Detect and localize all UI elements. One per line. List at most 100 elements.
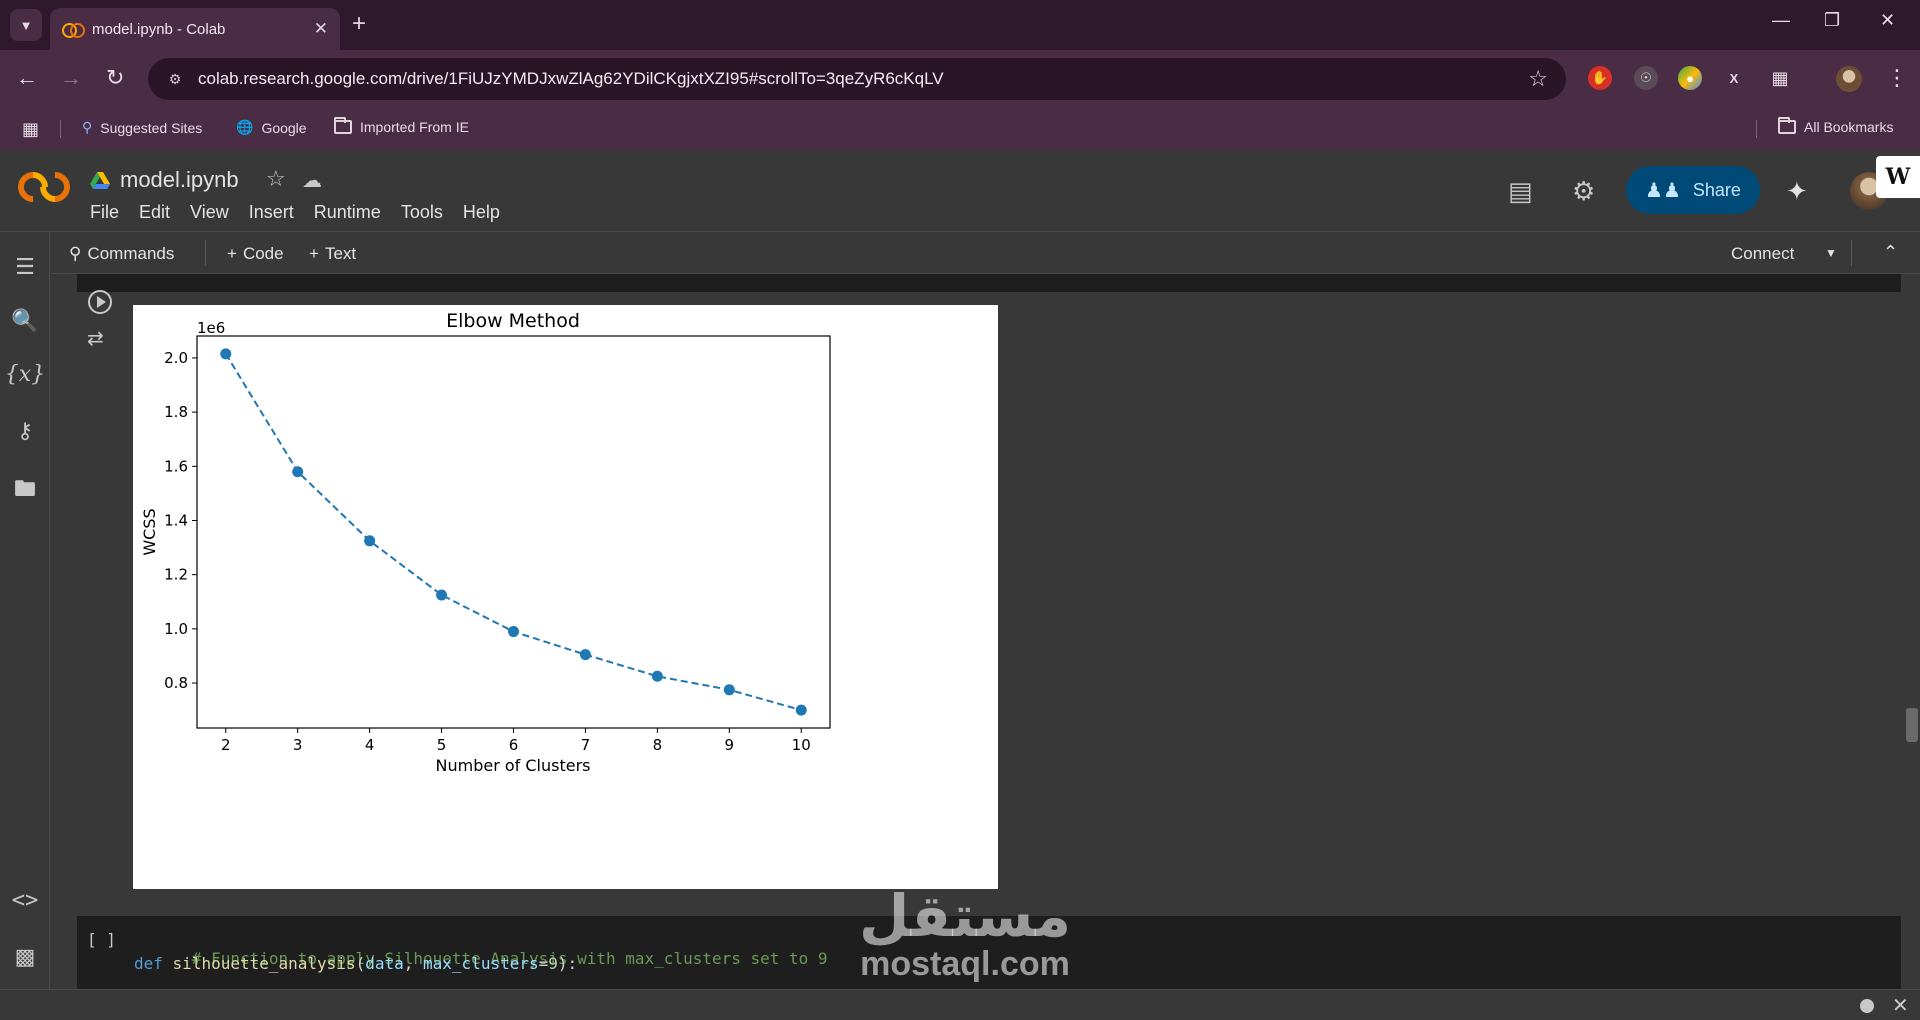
menu-insert[interactable]: Insert bbox=[249, 202, 294, 223]
browser-menu-icon[interactable]: ⋮ bbox=[1886, 65, 1908, 91]
y-axis-label: WCSS bbox=[140, 508, 159, 555]
tab-close-icon[interactable]: ✕ bbox=[314, 19, 328, 39]
new-tab-icon[interactable]: + bbox=[352, 10, 366, 38]
colab-favicon-icon bbox=[62, 23, 85, 38]
plus-icon: + bbox=[309, 244, 319, 263]
status-close-icon[interactable]: ✕ bbox=[1892, 993, 1909, 1018]
y-tick-label: 2.0 bbox=[164, 349, 188, 367]
x-tick-label: 8 bbox=[653, 736, 663, 754]
all-bookmarks-button[interactable]: All Bookmarks bbox=[1778, 117, 1893, 135]
extension-x-icon[interactable]: X bbox=[1722, 66, 1746, 90]
cell-run-bracket[interactable]: [ ] bbox=[87, 930, 116, 949]
menu-tools[interactable]: Tools bbox=[401, 202, 443, 223]
table-of-contents-icon[interactable]: ☰ bbox=[0, 254, 50, 280]
reload-icon[interactable]: ↻ bbox=[106, 65, 124, 91]
commands-label: Commands bbox=[87, 244, 175, 263]
code-default-value: 9 bbox=[548, 954, 558, 973]
profile-avatar[interactable] bbox=[1836, 66, 1862, 92]
notebook-title[interactable]: model.ipynb bbox=[120, 167, 239, 193]
apps-grid-icon[interactable]: ▦ bbox=[22, 119, 39, 140]
add-text-button[interactable]: + Text bbox=[309, 244, 356, 264]
menu-file[interactable]: File bbox=[90, 202, 119, 223]
share-button[interactable]: ♟♟ Share bbox=[1626, 166, 1760, 214]
terminal-icon[interactable]: ▩ bbox=[0, 944, 50, 970]
star-icon[interactable]: ☆ bbox=[266, 166, 286, 192]
restore-icon[interactable]: ❐ bbox=[1824, 10, 1840, 31]
code-function-name: silhouette_analysis bbox=[172, 954, 356, 973]
add-code-button[interactable]: + Code bbox=[227, 244, 284, 264]
x-tick-label: 9 bbox=[725, 736, 735, 754]
add-text-label: Text bbox=[324, 244, 357, 263]
gemini-sparkle-icon[interactable]: ✦ bbox=[1786, 176, 1808, 207]
browser-tab-active[interactable]: model.ipynb - Colab ✕ bbox=[50, 8, 340, 50]
bookmark-divider bbox=[60, 120, 61, 138]
find-replace-icon[interactable]: 🔍 bbox=[0, 308, 50, 334]
site-info-icon[interactable]: ⚙ bbox=[162, 66, 188, 92]
cloud-saved-icon[interactable]: ☁ bbox=[302, 168, 322, 193]
back-arrow-icon[interactable]: ← bbox=[16, 65, 38, 91]
menu-view[interactable]: View bbox=[190, 202, 229, 223]
plus-icon: + bbox=[227, 244, 237, 263]
bookmark-suggested-sites[interactable]: ⚲ Suggested Sites bbox=[82, 119, 202, 136]
x-tick-label: 7 bbox=[581, 736, 591, 754]
status-indicator-icon[interactable] bbox=[1860, 999, 1874, 1013]
watermark-latin: mostaql.com bbox=[860, 945, 1070, 983]
data-point bbox=[220, 348, 232, 360]
status-bar: ✕ bbox=[0, 989, 1920, 1020]
output-actions-icon[interactable]: ⇄ bbox=[87, 326, 104, 351]
colab-logo-icon[interactable] bbox=[11, 165, 77, 209]
people-icon: ♟♟ bbox=[1645, 179, 1681, 202]
bookmark-label: Suggested Sites bbox=[100, 119, 203, 136]
minimize-icon[interactable]: — bbox=[1772, 10, 1790, 31]
settings-gear-icon[interactable]: ⚙ bbox=[1572, 176, 1595, 207]
menu-help[interactable]: Help bbox=[463, 202, 500, 223]
x-tick-label: 10 bbox=[792, 736, 811, 754]
files-folder-icon[interactable]: 🖿 bbox=[0, 472, 50, 510]
bookmark-imported-from-ie[interactable]: Imported From IE bbox=[334, 117, 469, 135]
collapse-chevron-up-icon[interactable]: ⌃ bbox=[1883, 242, 1898, 263]
comment-icon[interactable]: ▤ bbox=[1508, 176, 1533, 207]
menu-runtime[interactable]: Runtime bbox=[314, 202, 381, 223]
series-line bbox=[224, 353, 802, 712]
bookmark-label: Imported From IE bbox=[360, 119, 469, 135]
code-param-data: data bbox=[365, 954, 404, 973]
address-bar[interactable]: ⚙ colab.research.google.com/drive/1FiUJz… bbox=[148, 58, 1566, 100]
y-tick-label: 1.2 bbox=[164, 566, 188, 584]
bookmark-star-icon[interactable]: ☆ bbox=[1528, 66, 1548, 92]
forward-arrow-icon[interactable]: → bbox=[60, 65, 82, 91]
code-snippets-icon[interactable]: <> bbox=[0, 888, 50, 913]
extension-stop-icon[interactable]: ✋ bbox=[1588, 66, 1612, 90]
secrets-key-icon[interactable]: ⚷ bbox=[0, 418, 50, 444]
share-label: Share bbox=[1692, 179, 1741, 200]
connect-label: Connect bbox=[1731, 244, 1795, 263]
window-close-icon[interactable]: ✕ bbox=[1880, 10, 1895, 31]
code-keyword-def: def bbox=[134, 954, 163, 973]
commands-button[interactable]: ⚲ Commands bbox=[69, 244, 174, 264]
scrollbar-thumb[interactable] bbox=[1906, 708, 1918, 742]
y-tick-label: 1.8 bbox=[164, 403, 188, 421]
w-extension-badge-icon[interactable]: W bbox=[1876, 156, 1920, 198]
menu-edit[interactable]: Edit bbox=[139, 202, 170, 223]
cell-toolbar: ⚲ Commands + Code + Text Connect ▼ ⌃ bbox=[51, 232, 1920, 274]
code-param-max-clusters: max_clusters bbox=[423, 954, 539, 973]
bookmark-label: Google bbox=[261, 119, 307, 136]
variables-icon[interactable]: {x} bbox=[0, 362, 50, 387]
data-point bbox=[651, 670, 663, 682]
browser-tabstrip: ▼ model.ipynb - Colab ✕ + — ❐ ✕ bbox=[0, 0, 1920, 50]
previous-code-cell[interactable] bbox=[77, 274, 1901, 292]
extension-shield-icon[interactable]: ☉ bbox=[1634, 66, 1658, 90]
y-offset-label: 1e6 bbox=[197, 319, 225, 337]
extension-color-icon[interactable]: ● bbox=[1678, 66, 1702, 90]
bookmark-google[interactable]: 🌐 Google bbox=[236, 119, 307, 136]
run-cell-button[interactable] bbox=[88, 290, 112, 314]
search-icon: ⚲ bbox=[69, 244, 82, 263]
extensions-puzzle-icon[interactable]: ▦ bbox=[1768, 66, 1792, 90]
mostaql-watermark: مستقل mostaql.com bbox=[840, 885, 1090, 981]
connect-button[interactable]: Connect bbox=[1731, 244, 1794, 264]
tab-search-button[interactable]: ▼ bbox=[10, 9, 42, 41]
connect-dropdown-icon[interactable]: ▼ bbox=[1825, 246, 1837, 260]
google-drive-icon[interactable] bbox=[90, 172, 110, 190]
tab-title: model.ipynb - Colab bbox=[92, 20, 226, 38]
left-sidebar: ☰ 🔍 {x} ⚷ 🖿 <> ▩ bbox=[0, 232, 50, 989]
url-text[interactable]: colab.research.google.com/drive/1FiUJzYM… bbox=[198, 69, 1528, 89]
